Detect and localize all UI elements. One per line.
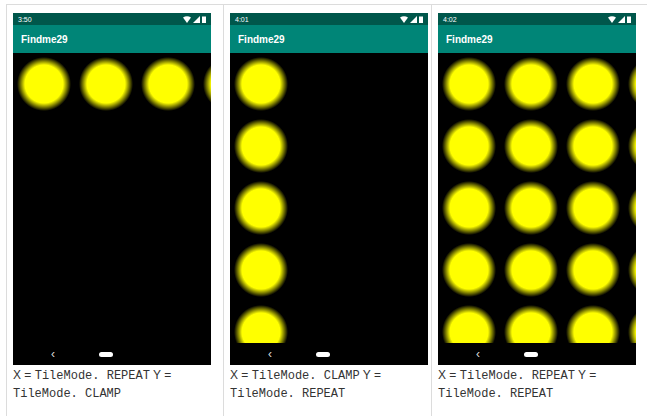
- back-button[interactable]: ‹: [476, 348, 480, 360]
- example-cell: 3:50 Findme29 ‹ X = TileMode. REPEAT Y = Ti…: [6, 5, 223, 416]
- status-time: 3:50: [18, 16, 32, 23]
- signal-icon: [410, 16, 417, 23]
- caption-code: TileMode. CLAMP: [252, 369, 360, 383]
- app-title: Findme29: [238, 34, 285, 45]
- app-bar: Findme29: [438, 25, 636, 53]
- caption-code: TileMode. REPEAT: [438, 387, 553, 401]
- tiled-shader-canvas: [438, 53, 636, 343]
- battery-icon: [627, 16, 631, 23]
- phone-screenshot: 4:01 Findme29 ‹: [230, 13, 428, 365]
- battery-icon: [202, 16, 206, 23]
- signal-icon: [618, 16, 625, 23]
- status-icons: [400, 16, 423, 23]
- nav-bar: ‹: [230, 343, 428, 365]
- wifi-icon: [608, 16, 616, 23]
- tiled-shader-canvas: [230, 53, 428, 343]
- caption-code: TileMode. CLAMP: [13, 387, 121, 401]
- caption-text: Y =: [363, 368, 381, 382]
- app-title: Findme29: [446, 34, 493, 45]
- wifi-icon: [400, 16, 408, 23]
- status-time: 4:01: [235, 16, 249, 23]
- caption-text: X =: [13, 368, 31, 382]
- home-pill[interactable]: [316, 352, 330, 357]
- caption-text: Y =: [153, 368, 171, 382]
- caption-code: TileMode. REPEAT: [230, 387, 345, 401]
- nav-bar: ‹: [438, 343, 636, 365]
- back-button[interactable]: ‹: [51, 348, 55, 360]
- caption-code: TileMode. REPEAT: [35, 369, 150, 383]
- phone-screenshot: 3:50 Findme29 ‹: [13, 13, 211, 365]
- status-icons: [183, 16, 206, 23]
- caption-text: Y =: [578, 368, 596, 382]
- wifi-icon: [183, 16, 191, 23]
- nav-bar: ‹: [13, 343, 211, 365]
- battery-icon: [419, 16, 423, 23]
- phone-screenshot: 4:02 Findme29 ‹: [438, 13, 636, 365]
- tilemode-table: 3:50 Findme29 ‹ X = TileMode. REPEAT Y = Ti…: [6, 4, 647, 416]
- home-pill[interactable]: [99, 352, 113, 357]
- caption-code: TileMode. REPEAT: [460, 369, 575, 383]
- back-button[interactable]: ‹: [268, 348, 272, 360]
- status-time: 4:02: [443, 16, 457, 23]
- status-bar: 4:01: [230, 13, 428, 25]
- example-cell: 4:01 Findme29 ‹ X = TileMode. CLAMP Y = Til…: [223, 5, 431, 416]
- home-pill[interactable]: [524, 352, 538, 357]
- app-bar: Findme29: [13, 25, 211, 53]
- tiled-shader-canvas: [13, 53, 211, 343]
- status-icons: [608, 16, 631, 23]
- app-bar: Findme29: [230, 25, 428, 53]
- status-bar: 4:02: [438, 13, 636, 25]
- status-bar: 3:50: [13, 13, 211, 25]
- caption: X = TileMode. CLAMP Y = TileMode. REPEAT: [230, 365, 427, 404]
- caption-text: X =: [230, 368, 248, 382]
- app-title: Findme29: [21, 34, 68, 45]
- caption: X = TileMode. REPEAT Y = TileMode. CLAMP: [13, 365, 219, 404]
- example-cell: 4:02 Findme29 ‹ X = TileMode. REPEAT Y = Ti…: [431, 5, 645, 416]
- caption: X = TileMode. REPEAT Y = TileMode. REPEA…: [438, 365, 641, 404]
- caption-text: X =: [438, 368, 456, 382]
- signal-icon: [193, 16, 200, 23]
